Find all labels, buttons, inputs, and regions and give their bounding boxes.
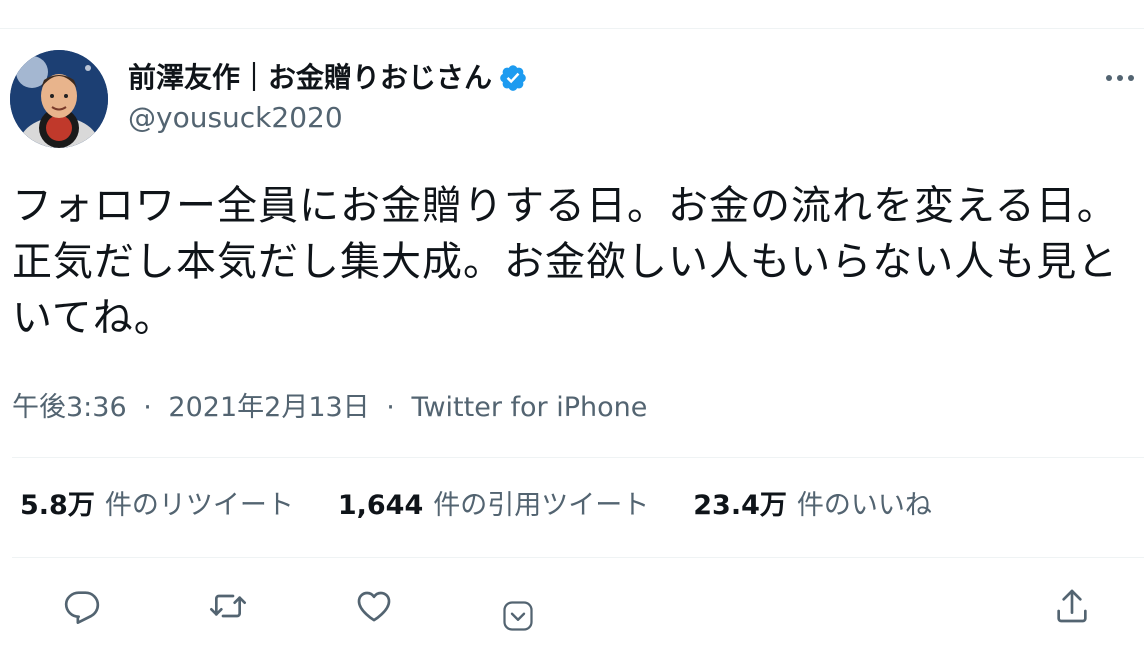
tweet-source[interactable]: Twitter for iPhone — [411, 392, 647, 423]
divider — [12, 557, 1144, 558]
reply-icon — [64, 591, 100, 624]
like-count-label: 件のいいね — [796, 490, 932, 521]
like-count[interactable]: 23.4万 件のいいね — [693, 488, 932, 524]
like-count-number: 23.4万 — [693, 490, 787, 521]
retweet-icon — [210, 594, 247, 618]
quote-count-number: 1,644 — [337, 490, 424, 521]
avatar[interactable] — [10, 50, 108, 148]
verified-badge-icon — [498, 63, 528, 93]
share-button[interactable] — [1052, 586, 1092, 626]
heart-icon — [357, 591, 391, 622]
user-handle[interactable]: @yousuck2020 — [128, 100, 343, 136]
top-divider — [0, 28, 1144, 29]
more-horizontal-icon[interactable] — [1102, 66, 1138, 90]
retweet-button[interactable] — [208, 586, 248, 626]
meta-separator: · — [386, 392, 395, 423]
tweet-time[interactable]: 午後3:36 — [12, 392, 127, 423]
divider — [12, 457, 1144, 458]
meta-separator: · — [143, 392, 152, 423]
quote-count-label: 件の引用ツイート — [433, 490, 650, 521]
tweet-stats: 5.8万 件のリツイート 1,644 件の引用ツイート 23.4万 件のいいね — [20, 488, 932, 524]
chevron-down-icon — [503, 601, 533, 631]
quote-tweet-count[interactable]: 1,644 件の引用ツイート — [338, 488, 649, 524]
tweet-date[interactable]: 2021年2月13日 — [168, 392, 369, 423]
display-name-text: 前澤友作｜お金贈りおじさん — [128, 61, 493, 94]
avatar-image — [10, 50, 108, 148]
tweet-meta: 午後3:36 · 2021年2月13日 · Twitter for iPhone — [12, 390, 647, 426]
like-button[interactable] — [354, 586, 394, 626]
tweet-detail-page: 前澤友作｜お金贈りおじさん @yousuck2020 フォロワー全員にお金贈りす… — [0, 0, 1144, 650]
share-icon — [1057, 589, 1087, 623]
tweet-text: フォロワー全員にお金贈りする日。お金の流れを変える日。正気だし本気だし集大成。お… — [12, 183, 1119, 341]
reply-button[interactable] — [62, 586, 102, 626]
retweet-count-number: 5.8万 — [20, 490, 95, 521]
display-name[interactable]: 前澤友作｜お金贈りおじさん — [128, 60, 528, 96]
retweet-count-label: 件のリツイート — [104, 490, 294, 521]
more-actions-button[interactable] — [500, 598, 536, 634]
retweet-count[interactable]: 5.8万 件のリツイート — [20, 488, 294, 524]
